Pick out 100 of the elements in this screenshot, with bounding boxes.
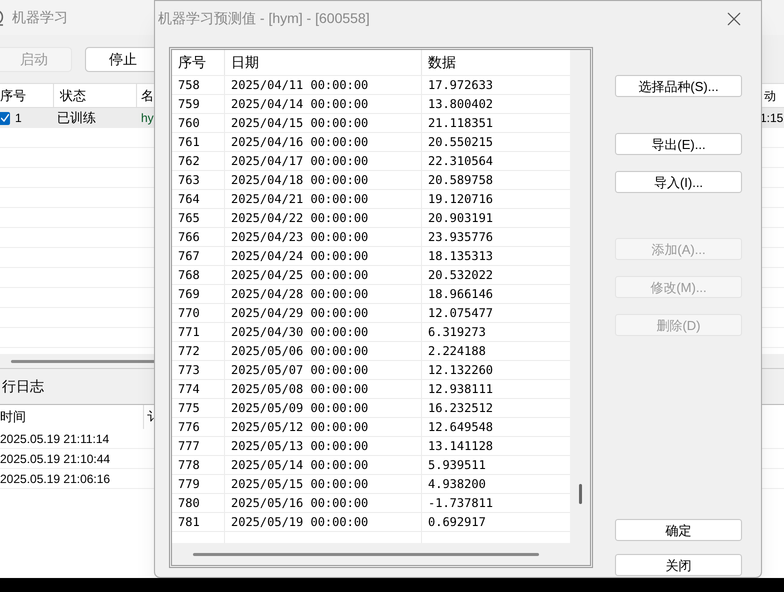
table-cell: 2025/04/21 00:00:00: [225, 190, 422, 208]
column-header[interactable]: 讠: [144, 405, 154, 429]
table-cell-text: 2025.05.19 21:06:16: [0, 470, 112, 488]
table-cell: 2025/04/17 00:00:00: [225, 152, 422, 170]
table-cell-text: 12.075477: [427, 305, 494, 322]
dialog-button[interactable]: 确定: [615, 519, 742, 541]
table-cell: 770: [172, 304, 225, 322]
column-header[interactable]: 序号: [172, 50, 225, 75]
table-cell: 761: [172, 133, 225, 151]
table-cell: 2025/04/11 00:00:00: [225, 76, 422, 94]
table-cell-text: 16.232512: [427, 400, 494, 417]
table-cell: 2025/05/15 00:00:00: [225, 475, 422, 493]
table-cell: 2025/04/24 00:00:00: [225, 247, 422, 265]
table-cell-text: 5.939511: [427, 457, 487, 474]
table-cell-text: 20.589758: [427, 172, 494, 189]
table-cell: 773: [172, 361, 225, 379]
table-cell-text: 已训练: [56, 109, 97, 128]
table-cell-text: 6.319273: [427, 324, 487, 341]
column-header[interactable]: 日期: [225, 50, 422, 75]
table-cell-text: -1.737811: [427, 495, 494, 512]
table-cell: 765: [172, 209, 225, 227]
table-cell-text: 2025.05.19 21:10:44: [0, 450, 112, 468]
column-header[interactable]: 动: [763, 84, 784, 107]
dialog-title: 机器学习预测值 - [hym] - [600558]: [157, 9, 370, 28]
table-cell: 771: [172, 323, 225, 341]
table-cell: 778: [172, 456, 225, 474]
table-cell: 2025/05/08 00:00:00: [225, 380, 422, 398]
table-cell: 2025/04/22 00:00:00: [225, 209, 422, 227]
table-cell-text: 0.692917: [427, 514, 487, 531]
table-cell: 767: [172, 247, 225, 265]
table-cell-text: 4.938200: [427, 476, 487, 493]
table-cell: 2025/04/28 00:00:00: [225, 285, 422, 303]
table-cell: 2025/04/30 00:00:00: [225, 323, 422, 341]
table-cell: 2025/04/25 00:00:00: [225, 266, 422, 284]
table-cell: 760: [172, 114, 225, 132]
table-cell: 2025/05/19 00:00:00: [225, 513, 422, 531]
table-cell: 2025/05/12 00:00:00: [225, 418, 422, 436]
dialog-button[interactable]: 导入(I)...: [615, 171, 742, 193]
scrollbar[interactable]: [579, 484, 582, 504]
table-cell-text: 13.141128: [427, 438, 494, 455]
column-header[interactable]: 时间: [0, 405, 144, 429]
table-cell: 2025/05/16 00:00:00: [225, 494, 422, 512]
table-cell: 2025/04/18 00:00:00: [225, 171, 422, 189]
table-cell: 2025/04/16 00:00:00: [225, 133, 422, 151]
table-cell: 2025/04/15 00:00:00: [225, 114, 422, 132]
table-cell-text: 2.224188: [427, 343, 487, 360]
table-cell: 758: [172, 76, 225, 94]
table-cell: 2025/04/23 00:00:00: [225, 228, 422, 246]
table-cell: 780: [172, 494, 225, 512]
table-cell: 779: [172, 475, 225, 493]
table-cell-text: 13.800402: [427, 96, 494, 113]
table-cell: 769: [172, 285, 225, 303]
table-cell: 766: [172, 228, 225, 246]
table-cell-text: 19.120716: [427, 191, 494, 208]
table-cell-text: 18.135313: [427, 248, 494, 265]
table-cell-text: 18.966146: [427, 286, 494, 303]
dialog-button[interactable]: 选择品种(S)...: [615, 75, 742, 97]
table-cell-text: 2025.05.19 21:11:14: [0, 430, 110, 448]
window-title: 机器学习: [12, 8, 68, 27]
column-header[interactable]: 名: [137, 84, 157, 107]
table-cell: 772: [172, 342, 225, 360]
table-cell: 768: [172, 266, 225, 284]
table-cell: 2025/05/07 00:00:00: [225, 361, 422, 379]
table-cell-text: 20.550215: [427, 134, 494, 151]
table-cell-text: 20.903191: [427, 210, 494, 227]
check-icon: [1, 114, 9, 122]
table-cell-text: 22.310564: [427, 153, 494, 170]
table-cell: 776: [172, 418, 225, 436]
table-cell-text: 12.132260: [427, 362, 494, 379]
table-cell: 2025/05/06 00:00:00: [225, 342, 422, 360]
table-cell: 763: [172, 171, 225, 189]
column-header[interactable]: 序号: [0, 84, 54, 107]
column-header[interactable]: 状态: [54, 84, 137, 107]
table-cell-text: 17.972633: [427, 77, 494, 94]
table-cell: 2025/05/14 00:00:00: [225, 456, 422, 474]
table-cell: 2025/05/13 00:00:00: [225, 437, 422, 455]
table-cell-text: hy: [140, 110, 155, 127]
dialog-button[interactable]: 关闭: [615, 554, 742, 576]
table-cell: 781: [172, 513, 225, 531]
table-cell: 762: [172, 152, 225, 170]
table-cell: 764: [172, 190, 225, 208]
table-cell-text: 23.935776: [427, 229, 494, 246]
table-cell: 775: [172, 399, 225, 417]
table-cell: 2025/04/14 00:00:00: [225, 95, 422, 113]
table-cell-text: 20.532022: [427, 267, 494, 284]
table-cell-text: 12.649548: [427, 419, 494, 436]
row-checkbox[interactable]: [0, 112, 10, 124]
table-cell: 774: [172, 380, 225, 398]
table-cell-text: 21.118351: [427, 115, 494, 132]
scrollbar[interactable]: [193, 552, 539, 556]
panel-title: 行日志: [2, 377, 44, 396]
table-cell-text: 1: [14, 110, 23, 127]
table-cell: 777: [172, 437, 225, 455]
column-header[interactable]: 数据: [422, 50, 570, 75]
close-icon[interactable]: [727, 12, 741, 26]
table-cell: 2025/05/09 00:00:00: [225, 399, 422, 417]
dialog-button[interactable]: 导出(E)...: [615, 133, 742, 155]
table-cell-text: 12.938111: [427, 381, 494, 398]
table-cell: 759: [172, 95, 225, 113]
table-cell-text: 1:15: [760, 110, 784, 127]
